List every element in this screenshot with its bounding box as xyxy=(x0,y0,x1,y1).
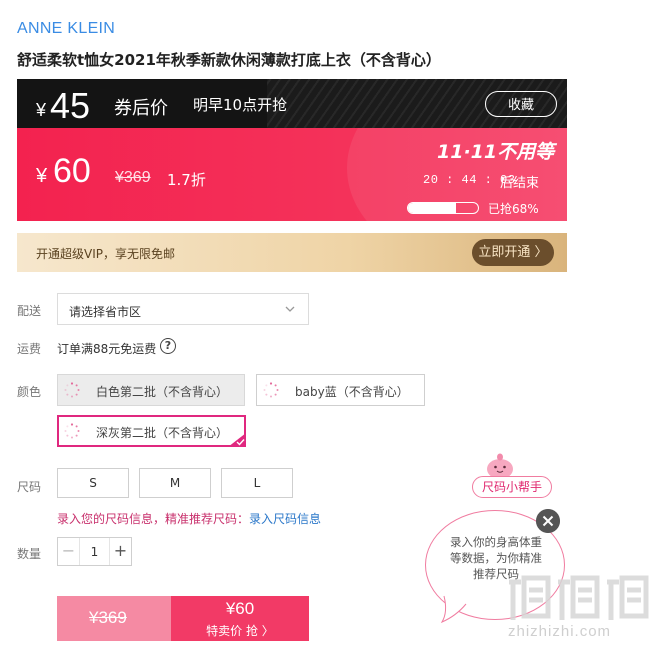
promo-banner: ¥ 45 券后价 明早10点开抢 收藏 ¥ 60 ¥369 1.7折 11·11… xyxy=(17,79,567,221)
size-assistant-button[interactable]: 尺码小帮手 xyxy=(472,476,552,498)
quantity-decrement-button[interactable]: − xyxy=(58,538,80,565)
buy-label: 特卖价 抢 〉 xyxy=(206,624,274,638)
shipping-label: 运费 xyxy=(17,342,42,356)
discount-rate: 1.7折 xyxy=(167,171,206,189)
coupon-bar: ¥ 45 券后价 明早10点开抢 收藏 xyxy=(17,79,567,128)
sold-progress-bar xyxy=(407,202,479,214)
buy-price: ¥60 xyxy=(225,599,255,618)
event-tag: 11·11不用等 xyxy=(437,141,555,163)
size-hint-text: 录入您的尺码信息，精准推荐尺码： xyxy=(57,512,250,526)
buy-now-button[interactable]: ¥60 特卖价 抢 〉 xyxy=(171,596,309,641)
color-label: 颜色 xyxy=(17,385,42,399)
help-icon[interactable]: ? xyxy=(160,338,176,354)
checkmark-icon xyxy=(228,433,246,447)
quantity-label: 数量 xyxy=(17,547,42,561)
coupon-price: 45 xyxy=(50,85,91,126)
size-hint-row: 录入您的尺码信息，精准推荐尺码：录入尺码信息 xyxy=(57,510,321,527)
enter-size-link[interactable]: 录入尺码信息 xyxy=(249,512,321,526)
quantity-input[interactable] xyxy=(80,538,109,565)
region-select-value: 请选择省市区 xyxy=(69,305,142,319)
bubble-tail xyxy=(440,595,467,624)
sold-progress-label: 已抢68% xyxy=(488,202,539,216)
size-option-l[interactable]: L xyxy=(221,468,293,498)
sold-progress-fill xyxy=(408,203,456,213)
color-option-label: 深灰第二批（不含背心） xyxy=(96,426,229,440)
original-price: ¥369 xyxy=(115,169,151,186)
brand-name[interactable]: ANNE KLEIN xyxy=(17,20,115,38)
product-title: 舒适柔软t恤女2021年秋季新款休闲薄款打底上衣（不含背心） xyxy=(17,51,441,69)
color-option-label: baby蓝（不含背心） xyxy=(295,385,409,399)
vip-text: 开通超级VIP，享无限免邮 xyxy=(36,247,175,261)
chevron-down-icon xyxy=(285,306,295,312)
delivery-label: 配送 xyxy=(17,304,42,318)
color-option-baby-blue[interactable]: baby蓝（不含背心） xyxy=(256,374,425,406)
region-select[interactable]: 请选择省市区 xyxy=(57,293,309,325)
size-label: 尺码 xyxy=(17,480,42,494)
shipping-info: 订单满88元免运费 xyxy=(57,342,157,356)
color-option-label: 白色第二批（不含背心） xyxy=(96,385,229,399)
buy-original-price-button[interactable]: ¥369 xyxy=(57,596,171,641)
loading-spinner-icon xyxy=(263,382,279,398)
sale-price: 60 xyxy=(53,152,91,190)
favorite-button[interactable]: 收藏 xyxy=(485,91,557,117)
mascot-icon xyxy=(487,453,513,478)
loading-spinner-icon xyxy=(64,423,80,439)
vip-banner: 开通超级VIP，享无限免邮 立即开通 〉 xyxy=(17,233,567,272)
quantity-increment-button[interactable]: + xyxy=(109,538,131,565)
buy-original-price: ¥369 xyxy=(89,608,127,627)
currency-symbol: ¥ xyxy=(36,165,48,187)
currency-symbol: ¥ xyxy=(36,100,47,120)
quantity-stepper: − + xyxy=(57,537,132,566)
coupon-label: 券后价 xyxy=(114,98,168,119)
close-icon[interactable] xyxy=(536,509,560,533)
flash-sale-bar: ¥ 60 ¥369 1.7折 11·11不用等 20 : 44 : 03 后结束… xyxy=(17,128,567,221)
size-option-m[interactable]: M xyxy=(139,468,211,498)
countdown-label: 后结束 xyxy=(500,176,540,191)
loading-spinner-icon xyxy=(64,382,80,398)
watermark-text: zhizhizhi.com xyxy=(508,623,612,640)
size-option-s[interactable]: S xyxy=(57,468,129,498)
watermark-logo xyxy=(509,575,649,620)
vip-open-button[interactable]: 立即开通 〉 xyxy=(472,239,554,266)
coupon-start-time: 明早10点开抢 xyxy=(193,96,288,114)
color-option-dark-grey[interactable]: 深灰第二批（不含背心） xyxy=(57,415,246,447)
color-option-white[interactable]: 白色第二批（不含背心） xyxy=(57,374,245,406)
